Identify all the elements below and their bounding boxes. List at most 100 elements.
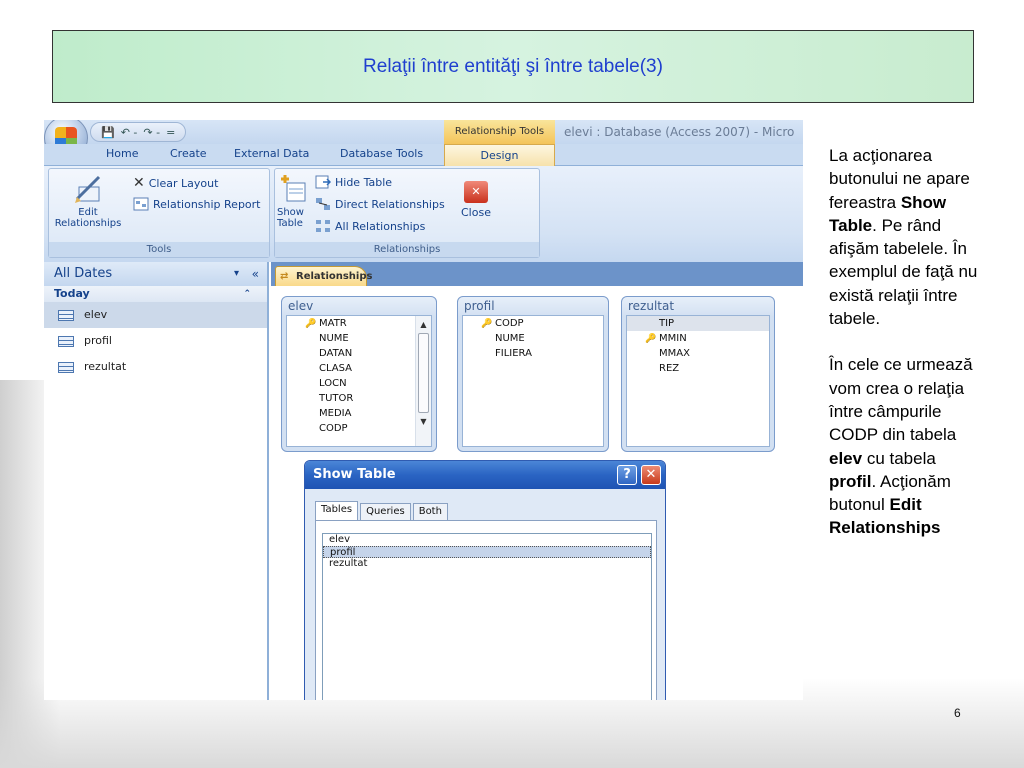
list-item[interactable]: rezultat: [323, 558, 651, 570]
redo-icon[interactable]: ↷ -: [143, 126, 160, 139]
scroll-down-icon[interactable]: ▼: [416, 417, 431, 426]
field-label: REZ: [659, 363, 680, 374]
field-item[interactable]: CLASA: [287, 361, 431, 376]
tab-queries[interactable]: Queries: [360, 503, 411, 521]
tools-group-label: Tools: [49, 242, 269, 257]
nav-item-label: rezultat: [84, 360, 127, 373]
save-icon[interactable]: 💾: [101, 126, 115, 139]
table-icon: [58, 362, 74, 373]
field-item[interactable]: MMAX: [627, 346, 769, 361]
field-item[interactable]: TUTOR: [287, 391, 431, 406]
scrollbar[interactable]: ▲ ▼: [415, 316, 431, 446]
nav-item-elev[interactable]: elev: [44, 302, 267, 328]
access-screenshot: 💾 ↶ - ↷ - = Relationship Tools elevi : D…: [44, 120, 803, 700]
table-list[interactable]: elev profil rezultat: [322, 533, 652, 700]
tab-create[interactable]: Create: [170, 147, 207, 160]
show-table-icon: [281, 175, 306, 202]
relationship-report-button[interactable]: Relationship Report: [133, 197, 261, 211]
field-item[interactable]: LOCN: [287, 376, 431, 391]
customize-qat-icon[interactable]: =: [166, 126, 175, 139]
tab-relationships[interactable]: ⇄ Relationships: [275, 266, 372, 286]
key-icon: 🔑: [481, 319, 493, 329]
direct-relationships-label: Direct Relationships: [335, 197, 445, 211]
edit-relationships-button[interactable]: Edit Relationships: [53, 175, 123, 229]
table-box-elev[interactable]: elev 🔑 MATR NUME DATAN CLASA LOCN TUTOR M…: [281, 296, 437, 452]
field-item[interactable]: 🔑 CODP: [463, 316, 603, 331]
relationships-group-label: Relationships: [275, 242, 539, 257]
dialog-titlebar[interactable]: Show Table ? ✕: [305, 461, 665, 489]
field-label: TIP: [659, 318, 675, 329]
navigation-pane: All Dates ▾ « Today ⌃ elev profil rezult…: [44, 262, 269, 700]
field-label: MATR: [319, 318, 347, 329]
field-list: 🔑 MATR NUME DATAN CLASA LOCN TUTOR MEDIA …: [286, 315, 432, 447]
nav-group-today[interactable]: Today ⌃: [44, 286, 267, 302]
scroll-up-icon[interactable]: ▲: [416, 320, 431, 329]
chevron-up-icon[interactable]: ⌃: [243, 286, 251, 302]
field-item[interactable]: NUME: [287, 331, 431, 346]
field-list: TIP 🔑 MMIN MMAX REZ: [626, 315, 770, 447]
nav-pane-header[interactable]: All Dates ▾ «: [44, 262, 267, 286]
nav-item-rezultat[interactable]: rezultat: [44, 354, 267, 380]
ribbon-group-tools: Edit Relationships ✕ Clear Layout Relati…: [48, 168, 270, 258]
field-item[interactable]: TIP: [627, 316, 769, 331]
side-paragraph-2: În cele ce urmează vom crea o relaţia în…: [829, 353, 979, 539]
table-box-profil[interactable]: profil 🔑 CODP NUME FILIERA: [457, 296, 609, 452]
all-relationships-button[interactable]: All Relationships: [315, 219, 425, 233]
hide-table-button[interactable]: Hide Table: [315, 175, 392, 189]
all-relationships-icon: [316, 220, 330, 232]
list-item[interactable]: elev: [323, 534, 651, 546]
tab-design[interactable]: Design: [444, 144, 555, 167]
help-button[interactable]: ?: [617, 465, 637, 485]
dialog-tabs: Tables Queries Both: [315, 501, 450, 521]
direct-relationships-icon: [316, 198, 330, 210]
close-relationships-button[interactable]: ✕ Close: [461, 181, 491, 219]
field-label: LOCN: [319, 378, 347, 389]
field-item[interactable]: CODP: [287, 421, 431, 436]
document-tabs: ⇄ Relationships: [271, 262, 803, 286]
field-item[interactable]: FILIERA: [463, 346, 603, 361]
direct-relationships-button[interactable]: Direct Relationships: [315, 197, 445, 211]
clear-layout-button[interactable]: ✕ Clear Layout: [133, 175, 218, 191]
text-run: La acţionarea butonului ne apare fereast…: [829, 146, 970, 212]
edit-relationships-label: Edit Relationships: [54, 207, 122, 229]
nav-item-label: profil: [84, 334, 112, 347]
quick-access-toolbar: 💾 ↶ - ↷ - =: [90, 122, 187, 142]
dialog-close-button[interactable]: ✕: [641, 465, 661, 485]
field-label: DATAN: [319, 348, 353, 359]
field-label: CODP: [319, 423, 348, 434]
tab-home[interactable]: Home: [106, 147, 138, 160]
ribbon: Edit Relationships ✕ Clear Layout Relati…: [44, 166, 803, 262]
nav-dropdown-icon[interactable]: ▾: [234, 262, 239, 286]
relationships-tab-icon: ⇄: [280, 271, 289, 282]
nav-item-profil[interactable]: profil: [44, 328, 267, 354]
field-label: NUME: [319, 333, 349, 344]
slide-title: Relaţii între entităţi şi între tabele(3…: [363, 55, 663, 77]
field-item[interactable]: 🔑 MATR: [287, 316, 431, 331]
tab-database-tools[interactable]: Database Tools: [340, 147, 423, 160]
table-icon: [58, 310, 74, 321]
field-label: CLASA: [319, 363, 352, 374]
undo-icon[interactable]: ↶ -: [121, 126, 138, 139]
tab-external-data[interactable]: External Data: [234, 147, 309, 160]
field-item[interactable]: MEDIA: [287, 406, 431, 421]
field-item[interactable]: DATAN: [287, 346, 431, 361]
relationship-report-label: Relationship Report: [153, 197, 261, 211]
clear-layout-label: Clear Layout: [148, 176, 219, 190]
scroll-thumb[interactable]: [418, 333, 429, 413]
show-table-label: Show Table: [277, 207, 304, 229]
field-label: NUME: [495, 333, 525, 344]
list-item[interactable]: profil: [323, 546, 651, 558]
dialog-title: Show Table: [313, 467, 396, 482]
field-item[interactable]: 🔑 MMIN: [627, 331, 769, 346]
tab-tables[interactable]: Tables: [315, 501, 359, 521]
field-item[interactable]: REZ: [627, 361, 769, 376]
field-list: 🔑 CODP NUME FILIERA: [462, 315, 604, 447]
nav-collapse-icon[interactable]: «: [252, 262, 259, 286]
page-number: 6: [954, 706, 961, 720]
relationship-report-icon: [133, 197, 149, 211]
show-table-button[interactable]: Show Table: [277, 173, 317, 229]
tab-both[interactable]: Both: [412, 503, 448, 521]
table-box-rezultat[interactable]: rezultat TIP 🔑 MMIN MMAX REZ: [621, 296, 775, 452]
field-item[interactable]: NUME: [463, 331, 603, 346]
nav-pane-title: All Dates: [54, 266, 113, 281]
